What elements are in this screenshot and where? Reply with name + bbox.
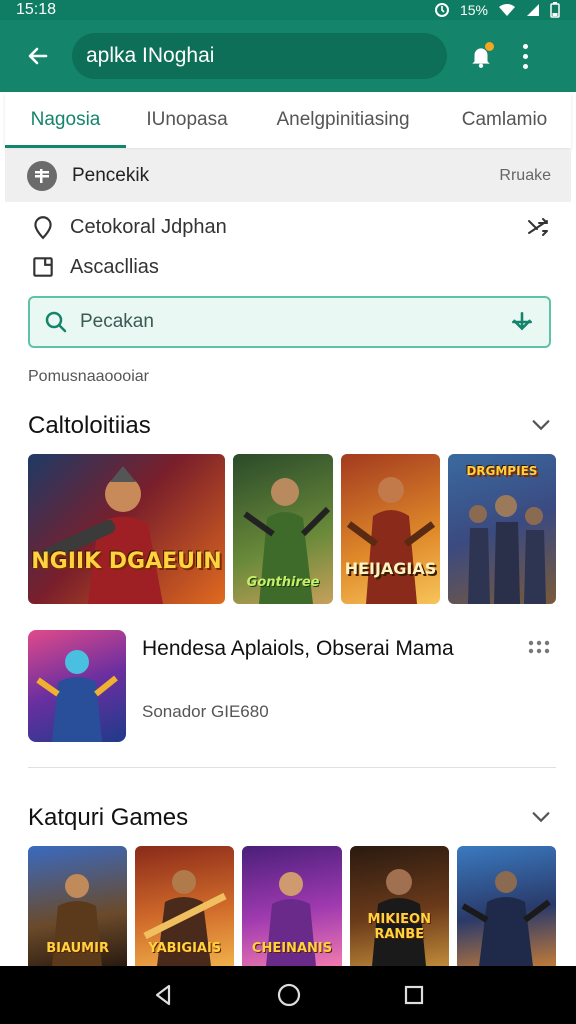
notification-dot xyxy=(485,42,494,51)
featured-banner[interactable]: NGIIK DGAEUIN Gonthiree HEIJAGIAS DRGMPI… xyxy=(28,454,556,604)
game-card-title: CHEINANIS xyxy=(251,941,333,956)
banner-tile-title: NGIIK DGAEUIN xyxy=(31,549,222,574)
app-bar: aplka INoghai xyxy=(0,20,576,92)
back-button[interactable] xyxy=(10,28,66,84)
warrior-art-icon xyxy=(40,466,163,604)
game-card-title: BIAUMIR xyxy=(46,941,109,956)
tab-3[interactable]: Camlamio xyxy=(438,92,571,148)
game-card[interactable]: YABIGIAIS xyxy=(135,846,235,966)
nav-home-icon[interactable] xyxy=(276,982,302,1008)
banner-tile[interactable]: NGIIK DGAEUIN xyxy=(28,454,225,604)
game-card[interactable]: BIAUMIR xyxy=(28,846,128,966)
filter-header[interactable]: Pencekik Rruake xyxy=(5,150,571,202)
app-list-item[interactable]: Hendesa Aplaiols, Obserai Mama Sonador G… xyxy=(28,630,556,742)
banner-tile-title: Gonthiree xyxy=(246,575,320,590)
kebab-dot xyxy=(522,53,528,59)
status-time: 15:18 xyxy=(16,1,57,18)
section-title-games: Katquri Games xyxy=(28,804,189,831)
calendar-row[interactable]: Ascacllias xyxy=(30,254,159,280)
notifications-button[interactable] xyxy=(457,32,505,80)
kebab-dot xyxy=(522,63,528,69)
results-caption: Pomusnaaoooiar xyxy=(28,368,149,385)
banner-tile[interactable]: Gonthiree xyxy=(232,454,334,604)
nav-recents-icon[interactable] xyxy=(403,984,425,1006)
chevron-down-icon[interactable] xyxy=(530,806,552,828)
signal-icon xyxy=(527,4,539,16)
divider xyxy=(28,767,556,768)
filter-label: Pencekik xyxy=(72,165,150,186)
game-card-title: MIKIEON RANBE xyxy=(367,912,431,942)
app-thumbnail xyxy=(28,630,126,742)
search-placeholder: Pecakan xyxy=(80,311,154,332)
tab-0[interactable]: Nagosia xyxy=(5,92,126,148)
search-input[interactable]: Pecakan xyxy=(28,296,551,348)
app-subtitle: Sonador GIE680 xyxy=(142,702,269,721)
more-dots-icon[interactable] xyxy=(528,640,550,654)
location-icon xyxy=(34,216,52,240)
filter-icon xyxy=(27,161,57,191)
wifi-icon xyxy=(499,3,515,17)
filter-right-action[interactable]: Rruake xyxy=(499,167,551,185)
download-icon[interactable] xyxy=(509,309,535,335)
tab-1[interactable]: IUnopasa xyxy=(126,92,248,148)
location-label: Cetokoral Jdphan xyxy=(70,215,227,238)
alarm-icon xyxy=(434,3,449,17)
location-row[interactable]: Cetokoral Jdphan xyxy=(30,214,227,240)
search-icon xyxy=(45,311,67,333)
tab-bar: Nagosia IUnopasa Anelgpinitiasing Camlam… xyxy=(5,92,571,148)
status-bar: 15:18 15% xyxy=(0,0,576,20)
more-options-button[interactable] xyxy=(505,32,545,80)
system-nav-bar xyxy=(0,966,576,1024)
nav-back-icon[interactable] xyxy=(151,983,175,1007)
game-card[interactable]: MIKIEON RANBE xyxy=(349,846,449,966)
game-art-icon xyxy=(371,869,426,966)
status-icons: 15% xyxy=(434,2,560,18)
fighter-art-icon xyxy=(347,477,436,604)
games-carousel[interactable]: BIAUMIR YABIGIAIS CHEINANIS MIKIEON RANB… xyxy=(28,846,557,966)
calendar-label: Ascacllias xyxy=(70,255,159,278)
battery-icon xyxy=(550,2,560,18)
arrow-left-icon xyxy=(28,47,48,65)
game-art-icon xyxy=(461,871,551,966)
kebab-dot xyxy=(522,43,528,49)
battery-percent: 15% xyxy=(459,2,488,18)
search-field[interactable]: aplka INoghai xyxy=(72,33,447,79)
game-card[interactable]: CHEINANIS xyxy=(242,846,342,966)
section-title-categories: Caltoloitiias xyxy=(28,412,151,439)
banner-tile[interactable]: DRGMPIES xyxy=(447,454,556,604)
app-title: Hendesa Aplaiols, Obserai Mama xyxy=(142,637,454,660)
calendar-icon xyxy=(33,257,53,277)
banner-tile-title: HEIJAGIAS xyxy=(344,559,437,578)
game-card[interactable] xyxy=(456,846,557,966)
tab-2[interactable]: Anelgpinitiasing xyxy=(248,92,438,148)
shuffle-icon[interactable] xyxy=(526,215,550,239)
banner-tile-title: DRGMPIES xyxy=(466,464,538,478)
banner-tile[interactable]: HEIJAGIAS xyxy=(341,454,440,604)
robot-hero-icon xyxy=(36,650,118,742)
game-card-title: YABIGIAIS xyxy=(148,941,222,956)
search-text: aplka INoghai xyxy=(86,44,215,67)
chevron-down-icon[interactable] xyxy=(530,414,552,436)
